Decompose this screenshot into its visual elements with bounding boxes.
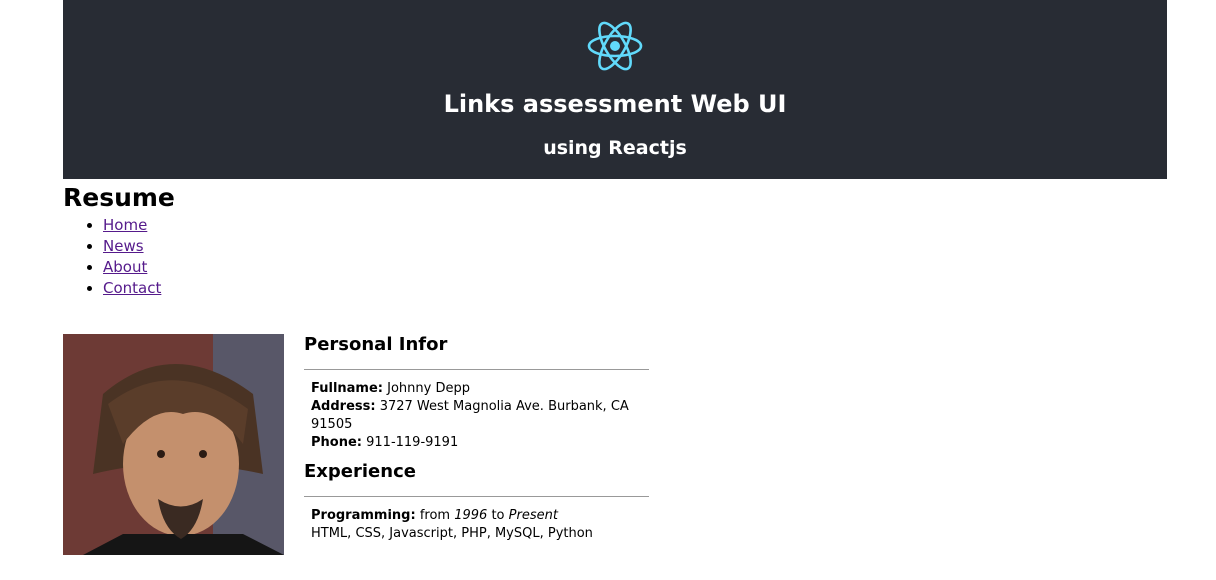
app-subtitle: using Reactjs xyxy=(543,137,687,159)
app-root: Links assessment Web UI using Reactjs Re… xyxy=(63,0,1167,555)
nav-item-home: Home xyxy=(103,215,161,236)
personal-details: Fullname: Johnny Depp Address: 3727 West… xyxy=(304,380,649,452)
nav-item-about: About xyxy=(103,257,161,278)
nav-link-news[interactable]: News xyxy=(103,237,144,255)
programming-row: Programming: from 1996 to Present xyxy=(311,507,649,525)
nav-item-contact: Contact xyxy=(103,278,161,299)
section-divider xyxy=(304,496,649,497)
phone-row: Phone: 911-119-9191 xyxy=(311,434,649,452)
to-word: to xyxy=(491,508,505,523)
react-atom-icon xyxy=(586,18,644,74)
nav-link-contact[interactable]: Contact xyxy=(103,279,161,297)
end-label: Present xyxy=(508,508,558,523)
app-header: Links assessment Web UI using Reactjs xyxy=(63,0,1167,179)
app-title: Links assessment Web UI xyxy=(443,90,787,118)
nav-link-home[interactable]: Home xyxy=(103,216,147,234)
page-title: Resume xyxy=(63,183,175,212)
fullname-value: Johnny Depp xyxy=(387,381,470,396)
phone-value: 911-119-9191 xyxy=(366,435,459,450)
from-word: from xyxy=(419,508,451,523)
info-panel: Personal Infor Fullname: Johnny Depp Add… xyxy=(304,334,649,543)
fullname-row: Fullname: Johnny Depp xyxy=(311,380,649,398)
profile-photo xyxy=(63,334,284,555)
section-divider xyxy=(304,369,649,370)
nav-link-about[interactable]: About xyxy=(103,258,147,276)
start-year: 1996 xyxy=(454,508,488,523)
personal-section-title: Personal Infor xyxy=(304,334,448,355)
address-label: Address: xyxy=(311,399,376,414)
programming-label: Programming: xyxy=(311,508,416,523)
nav-list: Home News About Contact xyxy=(63,215,161,299)
experience-section-title: Experience xyxy=(304,461,416,482)
fullname-label: Fullname: xyxy=(311,381,383,396)
skills-text: HTML, CSS, Javascript, PHP, MySQL, Pytho… xyxy=(311,526,593,541)
nav-item-news: News xyxy=(103,236,161,257)
experience-details: Programming: from 1996 to Present HTML, … xyxy=(304,507,649,543)
address-row: Address: 3727 West Magnolia Ave. Burbank… xyxy=(311,398,649,434)
phone-label: Phone: xyxy=(311,435,362,450)
